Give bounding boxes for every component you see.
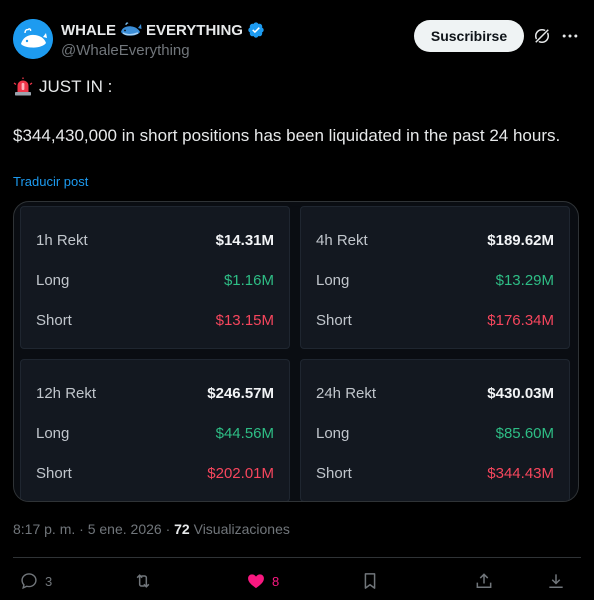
- panel-total-row: 4h Rekt $189.62M: [316, 232, 554, 249]
- short-value: $176.34M: [487, 312, 554, 329]
- panel-total-value: $246.57M: [207, 385, 274, 402]
- panel-short-row: Short $13.15M: [36, 312, 274, 329]
- share-icon: [476, 573, 492, 588]
- panel-title: 4h Rekt: [316, 232, 368, 249]
- verified-badge-icon[interactable]: [247, 21, 265, 39]
- whale-logo-icon: [13, 19, 53, 59]
- short-value: $344.43M: [487, 465, 554, 482]
- repost-button[interactable]: [133, 570, 159, 592]
- share-button[interactable]: [474, 570, 494, 592]
- panel-long-row: Long $85.60M: [316, 425, 554, 442]
- panel-total-value: $430.03M: [487, 385, 554, 402]
- reply-button[interactable]: 3: [19, 570, 52, 592]
- panel-short-row: Short $176.34M: [316, 312, 554, 329]
- short-label: Short: [36, 312, 72, 329]
- panel-total-value: $189.62M: [487, 232, 554, 249]
- views-label: Visualizaciones: [193, 521, 290, 537]
- panel-total-row: 12h Rekt $246.57M: [36, 385, 274, 402]
- panel-short-row: Short $344.43M: [316, 465, 554, 482]
- rekt-panel-12h: 12h Rekt $246.57M Long $44.56M Short $20…: [20, 359, 290, 501]
- panel-total-value: $14.31M: [215, 232, 274, 249]
- short-label: Short: [316, 312, 352, 329]
- bookmark-button[interactable]: [360, 570, 380, 592]
- panel-title: 1h Rekt: [36, 232, 88, 249]
- reply-count: 3: [45, 573, 53, 589]
- avatar[interactable]: [13, 19, 53, 59]
- rekt-panel-1h: 1h Rekt $14.31M Long $1.16M Short $13.15…: [20, 206, 290, 349]
- divider: [13, 557, 581, 558]
- long-label: Long: [36, 272, 70, 289]
- meta-separator: ·: [79, 521, 84, 537]
- rekt-panel-24h: 24h Rekt $430.03M Long $85.60M Short $34…: [300, 359, 570, 501]
- meta-separator: ·: [165, 521, 171, 537]
- like-count: 8: [272, 573, 280, 589]
- heart-filled-icon: [248, 574, 264, 589]
- download-icon: [549, 574, 563, 588]
- grok-icon[interactable]: [532, 26, 552, 46]
- short-label: Short: [36, 465, 72, 482]
- panel-long-row: Long $1.16M: [36, 272, 274, 289]
- long-label: Long: [316, 425, 350, 442]
- post-time[interactable]: 8:17 p. m.: [13, 521, 75, 537]
- long-value: $85.60M: [495, 425, 554, 442]
- panel-title: 12h Rekt: [36, 385, 97, 402]
- media-image[interactable]: 1h Rekt $14.31M Long $1.16M Short $13.15…: [13, 201, 579, 502]
- short-label: Short: [316, 465, 352, 482]
- long-label: Long: [36, 425, 70, 442]
- panel-long-row: Long $44.56M: [36, 425, 274, 442]
- display-name: WHALE: [61, 21, 116, 39]
- short-value: $202.01M: [207, 465, 274, 482]
- author-name[interactable]: WHALE EVERYTHING: [61, 21, 265, 39]
- panel-total-row: 24h Rekt $430.03M: [316, 385, 554, 402]
- long-label: Long: [316, 272, 350, 289]
- post-date[interactable]: 5 ene. 2026: [88, 521, 162, 537]
- views-count: 72: [174, 521, 190, 537]
- short-value: $13.15M: [215, 312, 274, 329]
- translate-post-link[interactable]: Traducir post: [13, 174, 88, 189]
- bookmark-icon: [364, 573, 376, 589]
- post-headline: JUST IN :: [13, 77, 112, 97]
- download-button[interactable]: [546, 570, 566, 592]
- tweet: WHALE EVERYTHING @WhaleEverything Suscri…: [0, 0, 594, 600]
- reply-icon: [21, 573, 37, 590]
- more-options-icon[interactable]: [560, 26, 580, 46]
- panel-long-row: Long $13.29M: [316, 272, 554, 289]
- post-meta: 8:17 p. m. · 5 ene. 2026 · 72 Visualizac…: [13, 521, 290, 537]
- long-value: $1.16M: [223, 272, 274, 289]
- panel-short-row: Short $202.01M: [36, 465, 274, 482]
- like-button[interactable]: 8: [246, 570, 279, 592]
- panel-total-row: 1h Rekt $14.31M: [36, 232, 274, 249]
- panel-title: 24h Rekt: [316, 385, 377, 402]
- long-value: $13.29M: [495, 272, 554, 289]
- rekt-panel-4h: 4h Rekt $189.62M Long $13.29M Short $176…: [300, 206, 570, 349]
- author-handle[interactable]: @WhaleEverything: [61, 42, 190, 59]
- display-name-suffix: EVERYTHING: [146, 21, 243, 39]
- headline-text: JUST IN :: [39, 77, 113, 96]
- long-value: $44.56M: [215, 425, 274, 442]
- police-light-emoji-icon: [13, 77, 33, 96]
- whale-emoji-icon: [121, 22, 142, 36]
- subscribe-button[interactable]: Suscribirse: [414, 20, 524, 52]
- repost-icon: [136, 574, 150, 588]
- post-body: $344,430,000 in short positions has been…: [13, 126, 561, 145]
